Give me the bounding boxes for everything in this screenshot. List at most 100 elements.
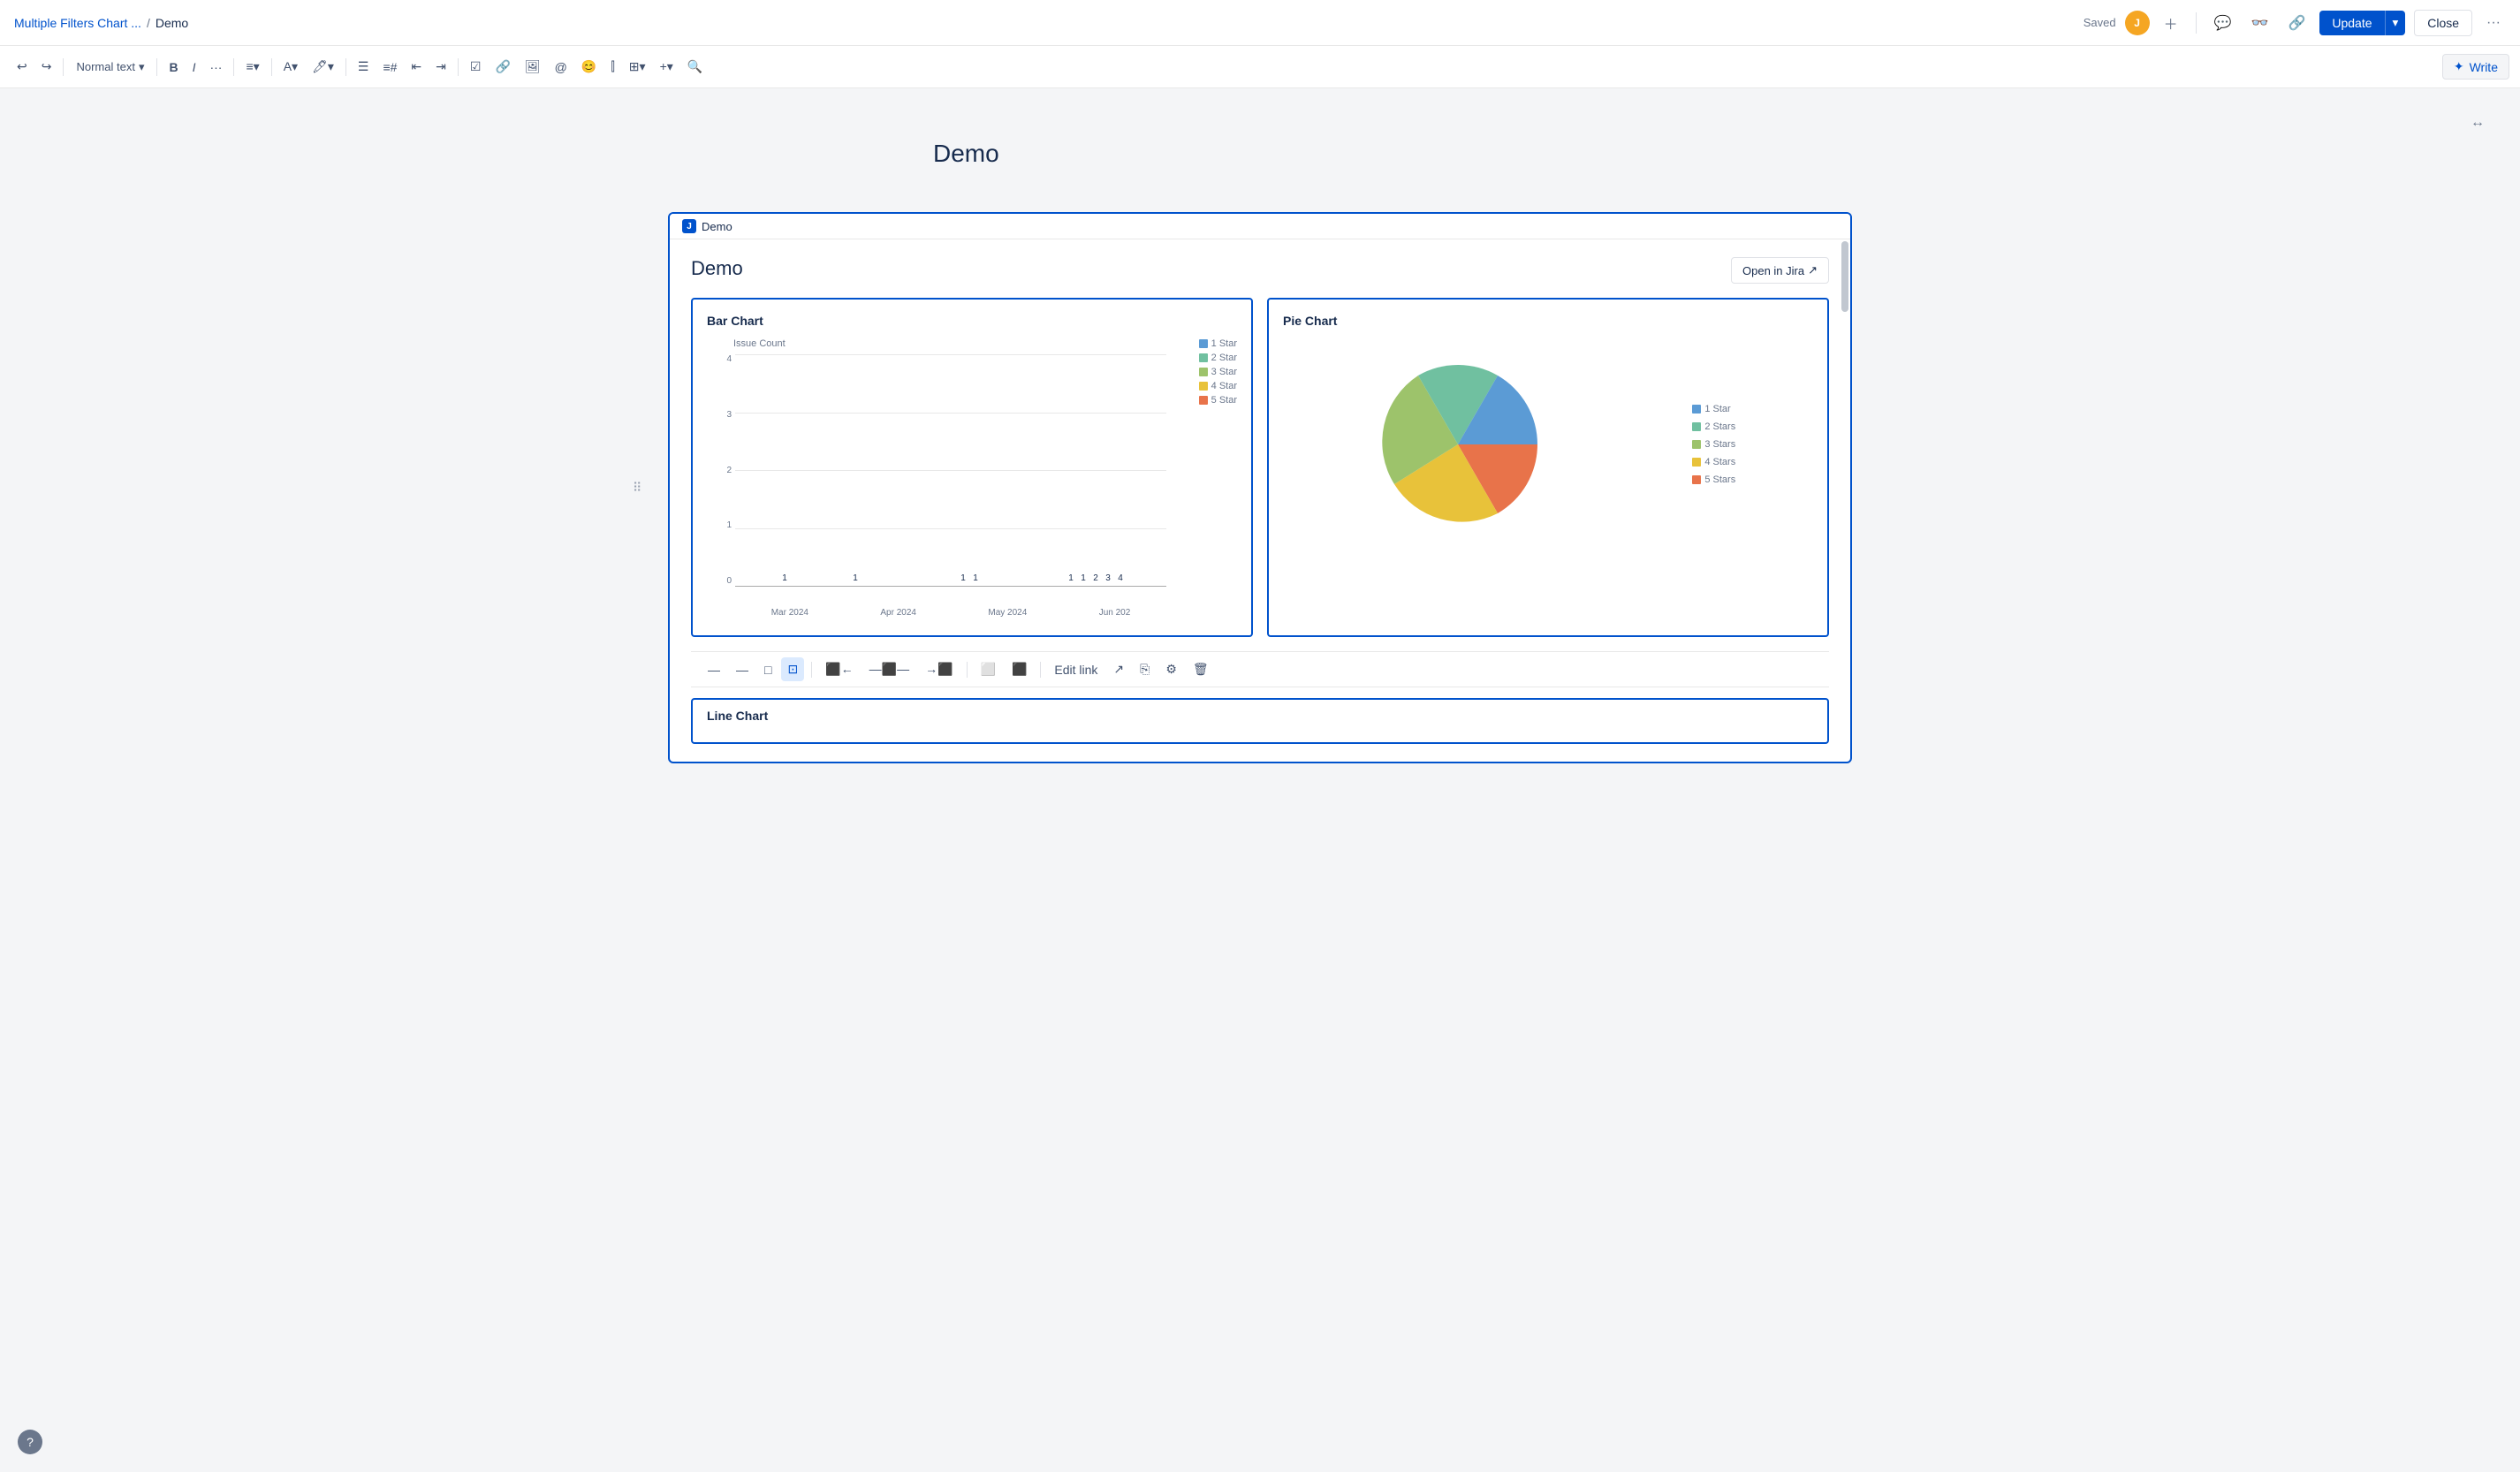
header-actions: Saved J ＋ 💬 👓 🔗 Update ▾ Close ···: [2084, 9, 2506, 37]
hyperlink-button[interactable]: 🔗: [489, 55, 516, 79]
more-formatting-button[interactable]: ···: [203, 56, 228, 79]
bottom-divider-1: [811, 662, 812, 678]
divider-3: [233, 58, 234, 76]
settings-btn[interactable]: ⚙: [1159, 657, 1183, 681]
edit-link-btn[interactable]: Edit link: [1048, 658, 1104, 681]
pie-chart-card: Pie Chart: [1267, 298, 1829, 637]
legend-4star: 4 Star: [1199, 381, 1237, 391]
breadcrumb-sep: /: [147, 16, 150, 30]
breadcrumb-page: Demo: [156, 16, 188, 30]
grid-line-3: [735, 413, 1166, 414]
embed-header: J Demo: [670, 214, 1850, 239]
more-options-icon[interactable]: ···: [2481, 11, 2506, 34]
align-button[interactable]: ≡▾: [239, 55, 265, 79]
update-dropdown-button[interactable]: ▾: [2385, 11, 2406, 35]
update-button[interactable]: Update: [2319, 11, 2384, 35]
bottom-divider-btn[interactable]: —: [702, 658, 726, 681]
legend-5star: 5 Star: [1199, 395, 1237, 406]
pie-legend-3stars: 3 Stars: [1692, 439, 1735, 450]
jira-icon: J: [682, 219, 696, 233]
table-button[interactable]: ⊞▾: [623, 55, 652, 79]
embed-wrapper: ⠿ J Demo Demo Open in Jira ↗: [650, 212, 1870, 763]
legend-2star: 2 Star: [1199, 353, 1237, 363]
grid-line-4: [735, 354, 1166, 355]
divider-1: [63, 58, 64, 76]
glasses-icon[interactable]: 👓: [2246, 11, 2274, 35]
redo-button[interactable]: ↪: [35, 55, 58, 79]
write-icon: ✦: [2454, 59, 2464, 74]
scrollbar-track[interactable]: [1840, 239, 1850, 762]
comment-icon[interactable]: 💬: [2209, 11, 2237, 35]
bottom-box-btn[interactable]: □: [758, 658, 778, 681]
avatar[interactable]: J: [2125, 11, 2150, 35]
link-icon[interactable]: 🔗: [2282, 11, 2311, 35]
divider-4: [271, 58, 272, 76]
drag-handle[interactable]: ⠿: [633, 481, 641, 496]
pie-chart-svg: [1361, 347, 1555, 542]
align-center-btn[interactable]: —⬛—: [863, 657, 915, 681]
checkbox-button[interactable]: ☑: [464, 55, 488, 79]
indent-button[interactable]: ⇥: [429, 55, 452, 79]
divider: [2196, 12, 2197, 34]
bullet-list-button[interactable]: ☰: [352, 55, 376, 79]
open-jira-button[interactable]: Open in Jira ↗: [1731, 257, 1829, 284]
chart-plot-area: 1 1: [735, 354, 1166, 586]
app-header: Multiple Filters Chart ... / Demo Saved …: [0, 0, 2520, 46]
page-title[interactable]: Demo: [933, 140, 1587, 168]
jira-embed: J Demo Demo Open in Jira ↗ Bar Chart: [668, 212, 1852, 763]
pie-legend-1star: 1 Star: [1692, 404, 1735, 414]
main-content: ↔ Demo ⠿ J Demo Demo Open in Jira ↗: [0, 88, 2520, 1472]
bottom-divider-3: [1040, 662, 1041, 678]
highlight-button[interactable]: 🖊▾: [306, 55, 340, 79]
open-link-btn[interactable]: ↗: [1107, 657, 1130, 681]
delete-btn[interactable]: 🗑: [1187, 657, 1215, 681]
external-link-icon: ↗: [1808, 263, 1818, 277]
outdent-button[interactable]: ⇤: [405, 55, 428, 79]
bottom-line-btn[interactable]: —: [730, 658, 755, 681]
image-button[interactable]: 🖼: [519, 55, 547, 79]
expand-icon[interactable]: ↔: [2471, 115, 2485, 131]
search-button[interactable]: 🔍: [681, 55, 709, 79]
wrap-none-btn[interactable]: ⬜: [975, 657, 1002, 681]
pie-legend-4stars: 4 Stars: [1692, 457, 1735, 467]
jira-content-header: Demo Open in Jira ↗: [691, 257, 1829, 284]
copy-btn[interactable]: ⎘: [1134, 657, 1156, 681]
undo-button[interactable]: ↩: [11, 55, 34, 79]
y-axis: 4 3 2 1 0: [707, 354, 732, 586]
grid-line-1: [735, 528, 1166, 529]
bar-chart-legend: 1 Star 2 Star 3 Star: [1199, 338, 1237, 406]
bar-chart-area: Issue Count 4 3 2 1 0: [707, 338, 1237, 621]
add-button[interactable]: ＋: [2159, 9, 2183, 37]
numbered-list-button[interactable]: ≡#: [376, 56, 403, 79]
grid-lines: [735, 354, 1166, 586]
update-btn-group: Update ▾: [2319, 11, 2405, 35]
columns-button[interactable]: ⫿: [604, 55, 620, 79]
align-right-btn[interactable]: →⬛: [919, 657, 959, 681]
bar-chart-card: Bar Chart Issue Count 4 3 2 1 0: [691, 298, 1253, 637]
close-button[interactable]: Close: [2414, 10, 2472, 36]
align-left-btn[interactable]: ⬛←: [819, 657, 859, 681]
help-button[interactable]: ?: [18, 1430, 42, 1454]
text-style-select[interactable]: Normal text ▾: [69, 56, 151, 79]
editor-toolbar: ↩ ↪ Normal text ▾ B I ··· ≡▾ A▾ 🖊▾ ☰ ≡# …: [0, 46, 2520, 88]
emoji-button[interactable]: 😊: [575, 55, 603, 79]
write-button[interactable]: ✦ Write: [2442, 54, 2509, 80]
pie-chart-legend: 1 Star 2 Stars 3 Stars: [1692, 404, 1735, 485]
wrap-left-btn[interactable]: ⬛: [1006, 657, 1033, 681]
italic-button[interactable]: I: [186, 56, 202, 79]
insert-button[interactable]: +▾: [654, 55, 679, 79]
bold-button[interactable]: B: [163, 56, 184, 79]
text-color-button[interactable]: A▾: [277, 55, 304, 79]
x-axis: Mar 2024 Apr 2024 May 2024 Jun 202: [735, 608, 1166, 618]
pie-chart-title: Pie Chart: [1283, 314, 1813, 328]
jira-content: Demo Open in Jira ↗ Bar Chart Issue Coun…: [670, 239, 1850, 762]
grid-line-0: [735, 586, 1166, 587]
line-chart-title: Line Chart: [707, 709, 1813, 723]
y-axis-label: Issue Count: [733, 338, 786, 349]
scrollbar-thumb[interactable]: [1841, 241, 1848, 312]
mention-button[interactable]: @: [549, 56, 573, 79]
bottom-active-btn[interactable]: ⊡: [781, 657, 804, 681]
bar-chart-title: Bar Chart: [707, 314, 1237, 328]
breadcrumb-title[interactable]: Multiple Filters Chart ...: [14, 16, 141, 30]
expand-row: ↔: [0, 106, 2520, 140]
